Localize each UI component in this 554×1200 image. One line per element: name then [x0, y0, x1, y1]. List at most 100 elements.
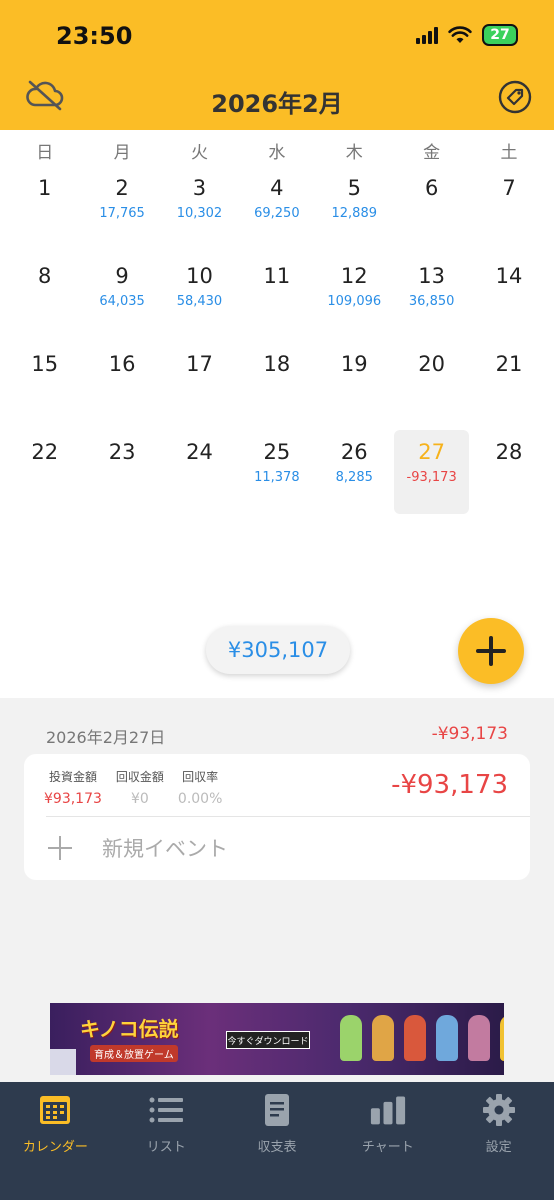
calendar-day[interactable]: 10 58,430 — [161, 254, 238, 342]
gear-icon — [481, 1092, 517, 1128]
month-total-badge[interactable]: ¥305,107 — [206, 626, 350, 674]
selected-day-total: -¥93,173 — [431, 724, 508, 744]
calendar-day[interactable]: 7 — [470, 166, 547, 254]
day-number: 5 — [347, 176, 361, 200]
calendar-day[interactable]: 18 — [238, 342, 315, 430]
tab-balance-sheet[interactable]: 収支表 — [222, 1082, 333, 1200]
calendar-day[interactable]: 24 — [161, 430, 238, 518]
calendar-day[interactable]: 3 10,302 — [161, 166, 238, 254]
day-number: 18 — [263, 352, 291, 376]
day-amount: 58,430 — [176, 294, 223, 309]
day-summary-card[interactable]: 投資金額 ¥93,173 回収金額 ¥0 回収率 0.00% -¥93,173 … — [24, 754, 530, 880]
tab-calendar[interactable]: カレンダー — [0, 1082, 111, 1200]
tab-label: リスト — [146, 1140, 186, 1155]
weekday-label: 金 — [423, 143, 441, 163]
day-amount: 69,250 — [254, 206, 300, 221]
invest-value: ¥93,173 — [44, 791, 102, 807]
calendar-day[interactable]: 6 — [393, 166, 470, 254]
day-number: 21 — [495, 352, 523, 376]
calendar-day[interactable]: 11 — [238, 254, 315, 342]
card-amount: -¥93,173 — [391, 770, 508, 800]
day-number: 10 — [186, 264, 213, 288]
calendar-day[interactable]: 1 — [6, 166, 83, 254]
ad-choices-icon[interactable] — [50, 1049, 76, 1075]
calendar-day[interactable]: 5 12,889 — [316, 166, 393, 254]
ad-characters-image — [340, 1015, 504, 1061]
calendar-day[interactable]: 22 — [6, 430, 83, 518]
calendar-grid: 1 2 17,765 3 10,302 4 69,250 5 12,889 6 7 8 9 64,035 1… — [6, 166, 548, 518]
day-number: 20 — [418, 352, 446, 376]
weekday-label: 水 — [268, 143, 286, 163]
calendar-day[interactable]: 17 — [161, 342, 238, 430]
invest-label: 投資金額 — [48, 770, 97, 784]
tab-settings[interactable]: 設定 — [443, 1082, 554, 1200]
weekday-label: 土 — [500, 143, 518, 163]
day-amount: 10,302 — [176, 206, 223, 221]
tab-label: 収支表 — [257, 1140, 297, 1155]
day-number: 27 — [418, 440, 446, 464]
day-amount: 17,765 — [99, 206, 145, 221]
calendar-day[interactable]: 8 — [6, 254, 83, 342]
tab-bar: カレンダー リスト 収支表 チャート 設定 — [0, 1082, 554, 1200]
calendar-day[interactable]: 14 — [470, 254, 547, 342]
day-number: 25 — [263, 440, 291, 464]
day-number: 13 — [418, 264, 446, 288]
document-icon — [259, 1092, 295, 1128]
ad-title: キノコ伝説 — [80, 1017, 179, 1041]
card-divider — [46, 816, 530, 817]
calendar-day[interactable]: 19 — [316, 342, 393, 430]
day-number: 8 — [38, 264, 52, 288]
day-number: 1 — [38, 176, 52, 200]
tab-label: 設定 — [485, 1140, 512, 1155]
tab-list[interactable]: リスト — [111, 1082, 222, 1200]
day-number: 15 — [31, 352, 59, 376]
tag-button[interactable] — [498, 80, 532, 114]
day-amount: 8,285 — [335, 470, 373, 485]
day-number: 11 — [263, 264, 291, 288]
day-number: 23 — [108, 440, 136, 464]
calendar-day[interactable]: 15 — [6, 342, 83, 430]
tab-label: チャート — [361, 1140, 414, 1155]
day-number: 19 — [340, 352, 368, 376]
calendar-day[interactable]: 2 17,765 — [83, 166, 160, 254]
calendar: 日 月 火 水 木 金 土 1 2 17,765 3 10,302 4 69,250 5 12,… — [0, 130, 554, 698]
day-number: 17 — [186, 352, 213, 376]
day-number: 28 — [495, 440, 523, 464]
day-number: 24 — [186, 440, 213, 464]
add-event-button[interactable] — [458, 618, 524, 684]
tag-icon — [498, 80, 532, 114]
stats-row: 投資金額 ¥93,173 回収金額 ¥0 回収率 0.00% — [44, 768, 222, 807]
weekday-header: 日 月 火 水 木 金 土 — [6, 138, 548, 163]
return-stat: 回収金額 ¥0 — [116, 768, 164, 807]
calendar-day[interactable]: 28 — [470, 430, 547, 518]
calendar-day[interactable]: 20 — [393, 342, 470, 430]
rate-label: 回収率 — [182, 770, 219, 784]
tab-label: カレンダー — [22, 1140, 88, 1155]
day-number: 2 — [115, 176, 129, 200]
day-number: 6 — [424, 176, 439, 200]
invest-stat: 投資金額 ¥93,173 — [44, 768, 102, 807]
calendar-day-selected[interactable]: 27 -93,173 — [393, 430, 470, 514]
calendar-day[interactable]: 23 — [83, 430, 160, 518]
calendar-day[interactable]: 16 — [83, 342, 160, 430]
calendar-day[interactable]: 12 109,096 — [316, 254, 393, 342]
calendar-day[interactable]: 9 64,035 — [83, 254, 160, 342]
day-amount: 36,850 — [408, 294, 455, 309]
calendar-day[interactable]: 26 8,285 — [316, 430, 393, 518]
weekday-label: 日 — [36, 143, 54, 163]
day-number: 22 — [31, 440, 59, 464]
month-title[interactable]: 2026年2月 — [0, 84, 554, 119]
tab-chart[interactable]: チャート — [332, 1082, 443, 1200]
calendar-day[interactable]: 4 69,250 — [238, 166, 315, 254]
calendar-day[interactable]: 13 36,850 — [393, 254, 470, 342]
ad-download-button[interactable]: 今すぐダウンロード — [226, 1031, 310, 1049]
calendar-day[interactable]: 21 — [470, 342, 547, 430]
day-amount: 109,096 — [327, 294, 382, 309]
day-number: 16 — [108, 352, 136, 376]
day-number: 9 — [115, 264, 129, 288]
ad-subtitle: 育成＆放置ゲーム — [90, 1045, 178, 1062]
weekday-label: 木 — [345, 143, 363, 163]
ad-banner[interactable]: キノコ伝説 育成＆放置ゲーム 今すぐダウンロード — [50, 1003, 504, 1075]
calendar-day[interactable]: 25 11,378 — [238, 430, 315, 518]
new-event-button[interactable]: 新規イベント — [46, 826, 228, 870]
